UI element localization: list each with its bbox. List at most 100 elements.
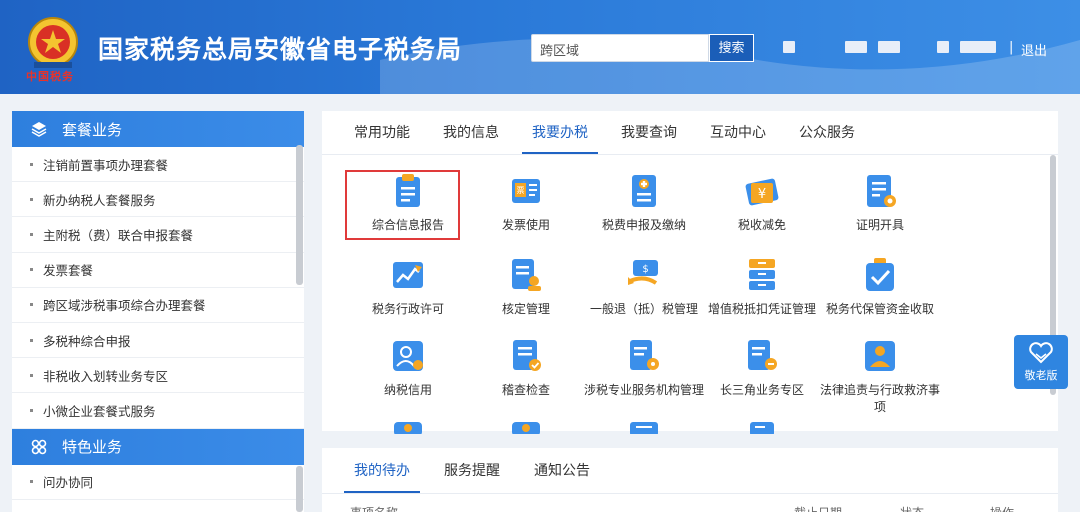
sidebar-item[interactable]: 小微企业套餐式服务 <box>12 393 304 429</box>
tab-public-service[interactable]: 公众服务 <box>789 111 865 154</box>
tile-yangtze[interactable]: 长三角业务专区 <box>700 336 824 399</box>
tile-label: 税收减免 <box>737 218 786 232</box>
invoice-icon: 票 <box>506 171 546 211</box>
sidebar-item-label: 新办纳税人套餐服务 <box>43 192 156 208</box>
sidebar-section-title: 套餐业务 <box>62 120 123 139</box>
sidebar-item[interactable]: 新办纳税人套餐服务 <box>12 182 304 218</box>
tile-certificate[interactable]: 证明开具 <box>818 171 942 234</box>
inspection-icon <box>506 336 546 376</box>
refund-icon: $ <box>624 255 664 295</box>
sidebar-section-featured[interactable]: 特色业务 <box>12 428 304 465</box>
sidebar-scrollbar[interactable] <box>296 145 303 285</box>
bullet-icon <box>30 373 33 377</box>
sidebar-scrollbar-2[interactable] <box>296 466 303 512</box>
main-tabs: 常用功能 我的信息 我要办税 我要查询 互动中心 公众服务 <box>322 111 1058 155</box>
tab-query[interactable]: 我要查询 <box>611 111 687 154</box>
permit-icon <box>388 255 428 295</box>
sidebar-item-label: 发票套餐 <box>43 263 94 279</box>
vat-deduction-icon <box>742 255 782 295</box>
column-header: 操作 <box>990 504 1014 512</box>
bullet-icon <box>30 268 33 272</box>
highlight-box <box>345 170 460 240</box>
tile-invoice[interactable]: 票 发票使用 <box>464 171 588 234</box>
column-header: 状态 <box>900 504 924 512</box>
heart-hands-icon <box>1029 342 1053 364</box>
tile-label: 稽查检查 <box>501 383 550 397</box>
tab-common[interactable]: 常用功能 <box>344 111 420 154</box>
declare-icon <box>624 171 664 211</box>
tab-my-todo[interactable]: 我的待办 <box>344 448 420 493</box>
emblem-caption: 中国税务 <box>26 70 74 83</box>
tax-reduction-icon: ¥ <box>742 171 782 211</box>
sidebar-item-label: 跨区域涉税事项综合办理套餐 <box>43 298 206 314</box>
main-panel: 常用功能 我的信息 我要办税 我要查询 互动中心 公众服务 综合信息报告 票 发… <box>322 111 1058 436</box>
bullet-icon <box>30 408 33 412</box>
tile-tax-reduction[interactable]: ¥ 税收减免 <box>700 171 824 234</box>
tile-inspection[interactable]: 稽查检查 <box>464 336 588 399</box>
bullet-icon <box>30 338 33 342</box>
sidebar-item-label: 问办协同 <box>43 475 94 491</box>
tile-label: 长三角业务专区 <box>719 383 804 397</box>
certificate-icon <box>860 171 900 211</box>
logout-link[interactable]: 退出 <box>1021 40 1047 59</box>
tile-label: 税费申报及缴纳 <box>601 218 686 232</box>
user-info-redacted <box>878 41 900 53</box>
tile-legal[interactable]: 法律追责与行政救济事项 <box>818 336 942 416</box>
agency-icon <box>624 336 664 376</box>
tile-vat-deduction[interactable]: 增值税抵扣凭证管理 <box>700 255 824 318</box>
tile-custody-fund[interactable]: 税务代保管资金收取 <box>818 255 942 318</box>
tile-declare[interactable]: 税费申报及缴纳 <box>582 171 706 234</box>
tile-label: 一般退（抵）税管理 <box>589 302 698 316</box>
bullet-icon <box>30 480 33 484</box>
tile-refund[interactable]: $ 一般退（抵）税管理 <box>582 255 706 318</box>
user-info-redacted <box>960 41 996 53</box>
sidebar-item[interactable]: 主附税（费）联合申报套餐 <box>12 217 304 253</box>
tile-label: 纳税信用 <box>383 383 432 397</box>
legal-icon <box>860 336 900 376</box>
tile-label: 核定管理 <box>501 302 550 316</box>
sidebar-item[interactable]: 非税收入划转业务专区 <box>12 358 304 394</box>
tile-verify[interactable]: 核定管理 <box>464 255 588 318</box>
tile-label: 证明开具 <box>855 218 904 232</box>
sidebar: 套餐业务 注销前置事项办理套餐 新办纳税人套餐服务 主附税（费）联合申报套餐 发… <box>12 111 304 512</box>
tab-interaction[interactable]: 互动中心 <box>700 111 776 154</box>
tile-label: 法律追责与行政救济事项 <box>819 383 940 414</box>
todo-panel: 我的待办 服务提醒 通知公告 事项名称 截止日期 状态 操作 <box>322 448 1058 512</box>
site-header: 中国税务 国家税务总局安徽省电子税务局 跨区域 搜索 | 退出 <box>0 0 1080 94</box>
sidebar-item[interactable]: 发票套餐 <box>12 252 304 288</box>
user-info-redacted <box>845 41 867 53</box>
column-header: 截止日期 <box>794 504 842 512</box>
sidebar-item-label: 多税种综合申报 <box>43 333 131 349</box>
tab-my-info[interactable]: 我的信息 <box>433 111 509 154</box>
tile-permit[interactable]: 税务行政许可 <box>346 255 470 318</box>
sidebar-item[interactable]: 注销前置事项办理套餐 <box>12 147 304 183</box>
search-input[interactable]: 跨区域 <box>531 34 709 62</box>
sidebar-item[interactable]: 多税种综合申报 <box>12 322 304 359</box>
svg-text:$: $ <box>642 264 648 275</box>
tab-service-reminder[interactable]: 服务提醒 <box>434 448 510 493</box>
svg-text:票: 票 <box>517 186 525 195</box>
bullet-icon <box>30 303 33 307</box>
todo-tabs: 我的待办 服务提醒 通知公告 <box>322 448 1058 494</box>
tile-credit[interactable]: 纳税信用 <box>346 336 470 399</box>
tab-handle-tax[interactable]: 我要办税 <box>522 111 598 154</box>
elder-mode-button[interactable]: 敬老版 <box>1014 335 1068 389</box>
bullet-icon <box>30 232 33 236</box>
search-button[interactable]: 搜索 <box>709 34 754 62</box>
credit-icon <box>388 336 428 376</box>
sidebar-item-label: 小微企业套餐式服务 <box>43 403 156 419</box>
tile-agency[interactable]: 涉税专业服务机构管理 <box>582 336 706 399</box>
yangtze-icon <box>742 336 782 376</box>
user-info-redacted <box>937 41 949 53</box>
sidebar-section-package[interactable]: 套餐业务 <box>12 111 304 147</box>
sidebar-item[interactable]: 跨区域涉税事项综合办理套餐 <box>12 287 304 323</box>
tile-label: 发票使用 <box>501 218 550 232</box>
tile-label: 涉税专业服务机构管理 <box>583 383 704 397</box>
bullet-icon <box>30 197 33 201</box>
custody-fund-icon <box>860 255 900 295</box>
sidebar-item[interactable]: 问办协同 <box>12 464 304 500</box>
sidebar-section-title: 特色业务 <box>62 438 123 456</box>
sidebar-item-label: 主附税（费）联合申报套餐 <box>43 227 194 243</box>
tab-notice[interactable]: 通知公告 <box>524 448 600 493</box>
grid-flower-icon <box>30 438 48 456</box>
